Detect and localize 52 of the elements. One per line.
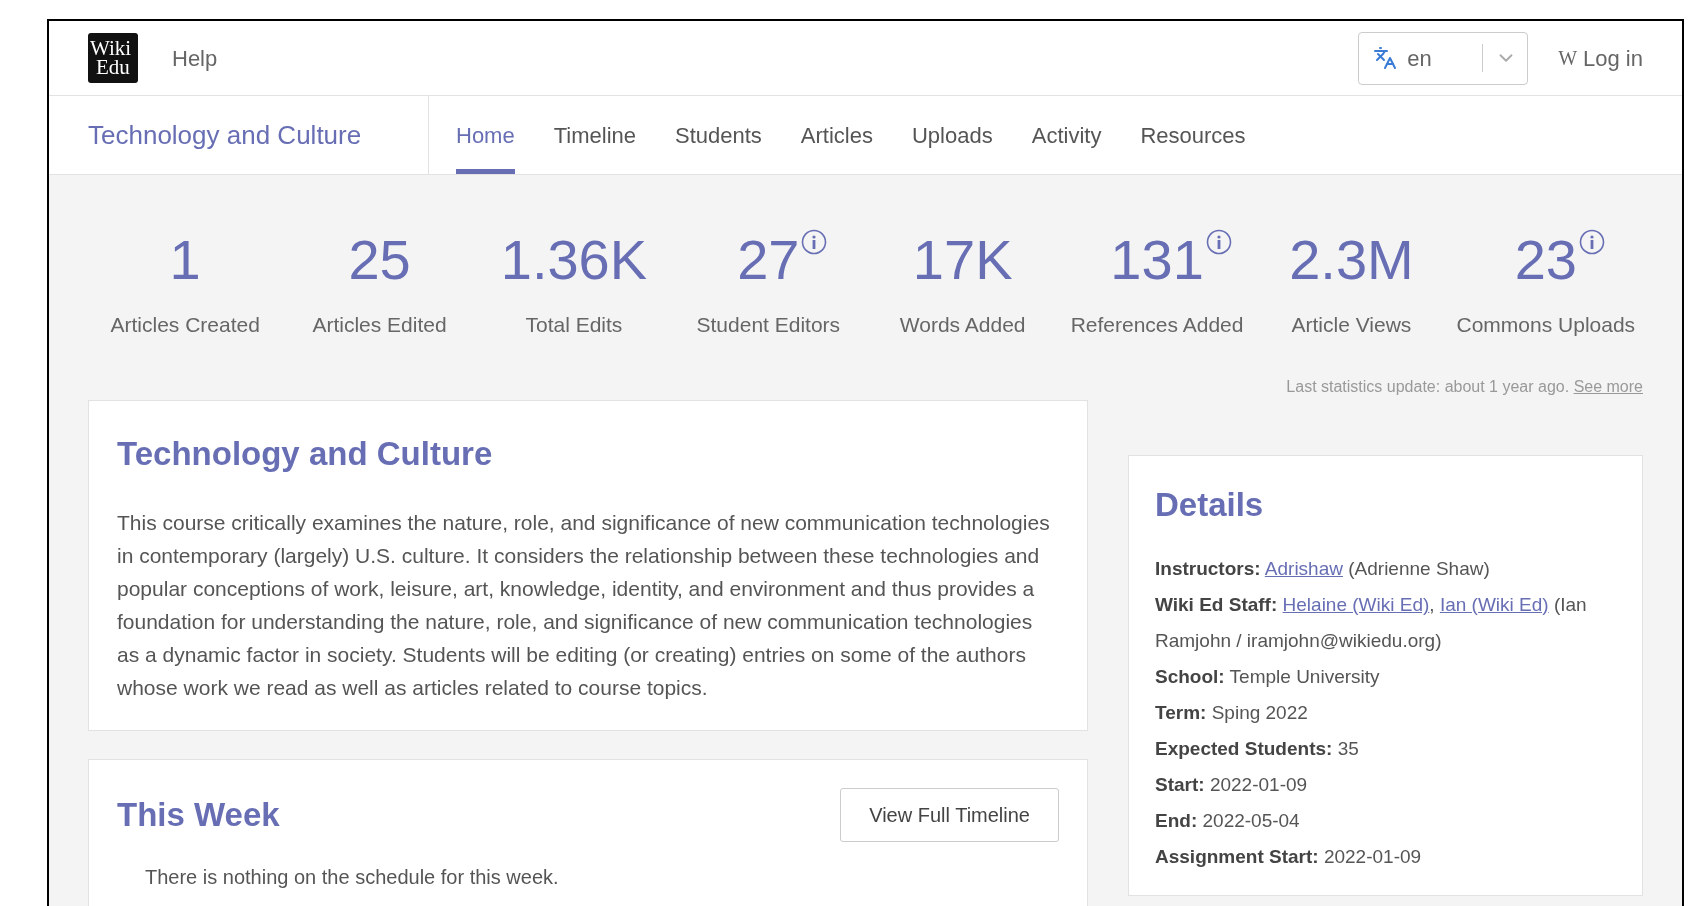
details-title: Details xyxy=(1155,484,1265,525)
info-icon[interactable] xyxy=(1578,229,1605,255)
stat-label: References Added xyxy=(1070,312,1244,338)
detail-row-text: Assignment Start: 2022-01-09 xyxy=(1155,845,1423,869)
course-title: Technology and Culture xyxy=(88,118,362,152)
stat-label: Total Edits xyxy=(525,312,623,338)
detail-row-text: End: 2022-05-04 xyxy=(1155,809,1301,833)
user-link[interactable]: Helaine (Wiki Ed) xyxy=(1282,594,1430,615)
detail-row-text: School: Temple University xyxy=(1155,665,1381,689)
nav-tab[interactable]: Resources xyxy=(1140,96,1246,174)
stat-value: 1.36K xyxy=(500,228,648,291)
stat-value: 131 xyxy=(1110,228,1204,291)
nav-tab[interactable]: Timeline xyxy=(553,96,636,174)
detail-row-text: Instructors: Adrishaw (Adrienne Shaw) xyxy=(1155,557,1491,581)
nav-tab[interactable]: Articles xyxy=(800,96,873,174)
stat-value: 1 xyxy=(169,228,201,291)
detail-row-text: Term: Sping 2022 xyxy=(1155,701,1309,725)
user-link[interactable]: Ian (Wiki Ed) xyxy=(1439,594,1549,615)
empty-schedule-message: There is nothing on the schedule for this week. xyxy=(145,865,560,890)
stat-label: Student Editors xyxy=(696,312,841,338)
stat-label: Articles Created xyxy=(110,312,260,338)
course-description: This course critically examines the nature, role, and significance of new communication technologies in contemporary (largely) U.S. culture. It considers the relationship between these technologies and popular conceptions of work, leisure, art, knowledge, identity, and environment and thus provides a foundation for understanding the nature, role, and significance of new communication technologies as a dynamic factor in society. Students will be editing (or creating) entries on some of the authors whose work we read as well as articles related to course topics. xyxy=(117,510,1051,701)
stat-value: 23 xyxy=(1514,228,1577,291)
info-icon[interactable] xyxy=(801,229,828,255)
language-select[interactable]: en xyxy=(1358,31,1529,85)
help-link[interactable]: Help xyxy=(172,41,218,75)
nav-tab[interactable]: Activity xyxy=(1031,96,1102,174)
info-icon[interactable] xyxy=(1205,229,1232,255)
wikipedia-logo-icon: W xyxy=(1558,43,1578,73)
nav-tab[interactable]: Students xyxy=(675,96,762,174)
login-link[interactable]: W Log in xyxy=(1558,41,1643,75)
login-label: Log in xyxy=(1583,44,1643,73)
detail-row-text: Wiki Ed Staff: Helaine (Wiki Ed), Ian (Wiki Ed) (Ian Ramjohn / iramjohn@wikiedu.org) xyxy=(1155,593,1588,653)
stat-label: Article Views xyxy=(1291,312,1412,338)
logo[interactable]: Wiki Edu xyxy=(88,33,138,83)
stat-value: 17K xyxy=(912,228,1013,291)
translate-icon xyxy=(1373,46,1398,70)
user-link[interactable]: Adrishaw xyxy=(1264,558,1343,579)
this-week-title: This Week xyxy=(117,795,280,836)
nav-tab[interactable]: Uploads xyxy=(912,96,993,174)
detail-row-text: Expected Students: 35 xyxy=(1155,737,1360,761)
nav-tab[interactable]: Home xyxy=(456,96,515,174)
stat-value: 27 xyxy=(737,228,800,291)
stat-value: 2.3M xyxy=(1289,228,1414,291)
detail-row-text: Start: 2022-01-09 xyxy=(1155,773,1309,797)
view-full-timeline-button[interactable]: View Full Timeline xyxy=(840,788,1059,842)
overview-title: Technology and Culture xyxy=(117,433,494,474)
stat-label: Words Added xyxy=(899,312,1026,338)
stats-update-note: Last statistics update: about 1 year ago. See more xyxy=(1286,376,1643,397)
stat-label: Articles Edited xyxy=(312,312,447,338)
stat-value: 25 xyxy=(348,228,411,291)
stat-label: Commons Uploads xyxy=(1456,312,1636,338)
